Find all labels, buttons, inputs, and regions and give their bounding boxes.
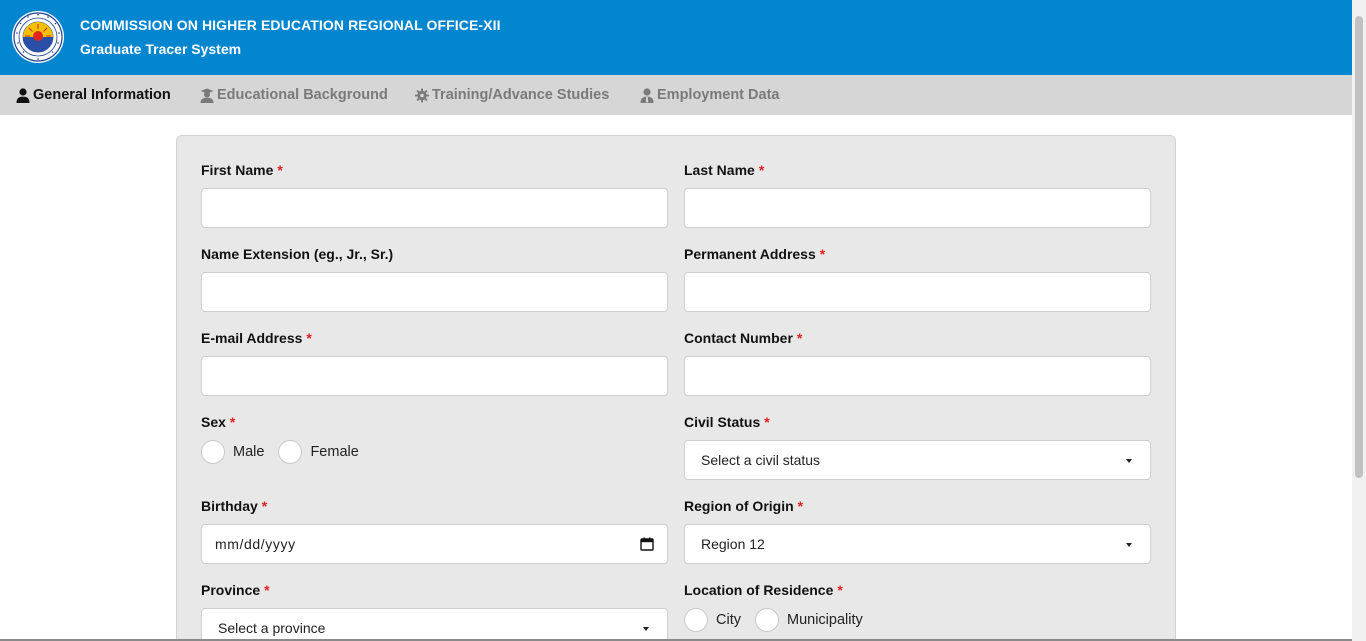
calendar-icon[interactable] xyxy=(640,537,654,551)
first-name-label: First Name * xyxy=(201,162,283,178)
user-icon xyxy=(16,87,30,103)
tab-label: Employment Data xyxy=(657,87,780,103)
birthday-label: Birthday * xyxy=(201,498,268,514)
tab-educational-background[interactable]: Educational Background xyxy=(200,75,388,115)
permanent-address-label: Permanent Address * xyxy=(684,246,826,262)
tab-label: Training/Advance Studies xyxy=(432,87,610,103)
residence-city-radio[interactable] xyxy=(684,608,708,632)
email-label: E-mail Address * xyxy=(201,330,312,346)
ched-seal-logo xyxy=(12,11,64,63)
birthday-placeholder: mm/dd/yyyy xyxy=(215,536,296,552)
required-asterisk: * xyxy=(797,498,804,514)
residence-municipality-label: Municipality xyxy=(786,612,863,628)
last-name-input[interactable] xyxy=(684,188,1151,228)
required-asterisk: * xyxy=(264,582,270,598)
required-asterisk: * xyxy=(277,162,283,178)
permanent-address-input[interactable] xyxy=(684,272,1151,312)
required-asterisk: * xyxy=(764,414,770,430)
required-asterisk: * xyxy=(758,162,765,178)
gear-icon xyxy=(415,87,429,103)
required-asterisk: * xyxy=(229,414,236,430)
civil-status-select[interactable]: Select a civil status xyxy=(684,440,1151,480)
header-subtitle: Graduate Tracer System xyxy=(80,41,242,57)
region-of-origin-label: Region of Origin * xyxy=(684,498,804,514)
tab-training-advance-studies[interactable]: Training/Advance Studies xyxy=(415,75,609,115)
first-name-input[interactable] xyxy=(201,188,668,228)
required-asterisk: * xyxy=(796,330,803,346)
app-header: COMMISSION ON HIGHER EDUCATION REGIONAL … xyxy=(0,0,1352,75)
location-of-residence-radio-group: City Municipality xyxy=(684,608,877,632)
birthday-date-input[interactable]: mm/dd/yyyy xyxy=(201,524,668,564)
required-asterisk: * xyxy=(261,498,268,514)
sex-male-radio[interactable] xyxy=(201,440,225,464)
required-asterisk: * xyxy=(306,330,312,346)
required-asterisk: * xyxy=(819,246,826,262)
tab-employment-data[interactable]: Employment Data xyxy=(640,75,779,115)
residence-municipality-radio[interactable] xyxy=(754,608,779,632)
caret-down-icon xyxy=(1126,543,1132,547)
sex-radio-group: Male Female xyxy=(201,440,373,464)
required-asterisk: * xyxy=(837,582,843,598)
graduate-icon xyxy=(200,87,214,103)
civil-status-value: Select a civil status xyxy=(701,452,821,468)
residence-city-label: City xyxy=(716,612,741,628)
tab-general-information[interactable]: General Information xyxy=(16,75,171,115)
name-extension-label: Name Extension (eg., Jr., Sr.) xyxy=(201,246,394,262)
name-extension-input[interactable] xyxy=(201,272,668,312)
sex-female-radio[interactable] xyxy=(278,440,303,464)
form-step-tabs: General Information Educational Backgrou… xyxy=(0,75,1352,115)
tab-label: Educational Background xyxy=(217,87,388,103)
header-title: COMMISSION ON HIGHER EDUCATION REGIONAL … xyxy=(80,17,501,33)
user-tie-icon xyxy=(640,87,654,103)
sex-label: Sex * xyxy=(201,414,236,430)
contact-number-input[interactable] xyxy=(684,356,1151,396)
province-label: Province * xyxy=(201,582,270,598)
location-of-residence-label: Location of Residence * xyxy=(684,582,843,598)
region-of-origin-value: Region 12 xyxy=(701,536,765,552)
general-information-form: First Name * Last Name * Name Extension (e… xyxy=(176,135,1176,641)
province-select[interactable]: Select a province xyxy=(201,608,668,641)
contact-number-label: Contact Number * xyxy=(684,330,803,346)
page-scrollbar[interactable] xyxy=(1352,0,1366,641)
sex-male-label: Male xyxy=(233,444,265,460)
province-value: Select a province xyxy=(218,620,326,636)
region-of-origin-select[interactable]: Region 12 xyxy=(684,524,1151,564)
caret-down-icon xyxy=(643,627,649,631)
caret-down-icon xyxy=(1126,459,1132,463)
sex-female-label: Female xyxy=(310,444,359,460)
tab-label: General Information xyxy=(33,87,171,103)
civil-status-label: Civil Status * xyxy=(684,414,770,430)
scrollbar-thumb[interactable] xyxy=(1355,16,1363,478)
last-name-label: Last Name * xyxy=(684,162,765,178)
email-input[interactable] xyxy=(201,356,668,396)
